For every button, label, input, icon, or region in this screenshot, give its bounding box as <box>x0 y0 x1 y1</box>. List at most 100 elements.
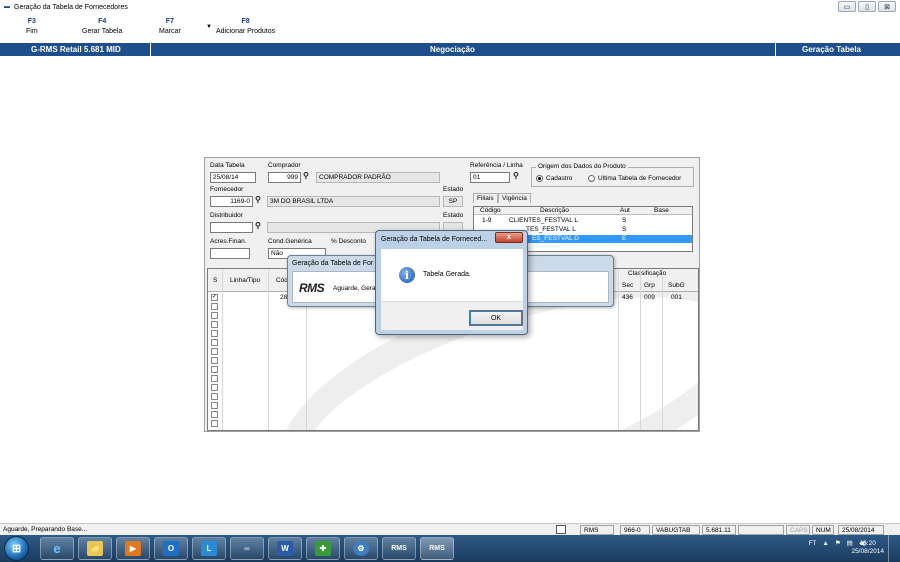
media-player-icon: ▶ <box>125 541 141 556</box>
referencia-field[interactable]: 01 <box>470 172 510 183</box>
taskbar-rms-2-active[interactable]: RMS <box>420 537 454 560</box>
row-checkbox[interactable] <box>211 411 218 418</box>
acres-finan-label: Acres.Finan. <box>210 238 247 245</box>
rms-icon: RMS <box>391 545 407 552</box>
col-classificacao: Classificação <box>628 270 667 277</box>
acres-finan-field[interactable] <box>210 248 250 259</box>
binoculars-search-icon[interactable]: ⚲ <box>513 171 519 180</box>
ok-button[interactable]: OK <box>469 310 523 326</box>
table-row[interactable] <box>208 392 698 401</box>
distribuidor-code-field[interactable] <box>210 222 253 233</box>
message-dialog: Geração da Tabela de Forneced... x i Tab… <box>375 230 528 335</box>
toolbar-adicionar-produtos[interactable]: F8 Adicionar Produtos <box>216 18 275 35</box>
binoculars-search-icon[interactable]: ⚲ <box>255 221 261 230</box>
row-checkbox[interactable] <box>211 348 218 355</box>
taskbar-lync[interactable]: L <box>192 537 226 560</box>
toolbar-label: Adicionar Produtos <box>216 28 276 35</box>
origem-group: Origem dos Dados do Produto Cadastro Ult… <box>531 163 694 187</box>
binoculars-search-icon[interactable]: ⚲ <box>303 171 309 180</box>
row-checkbox[interactable] <box>211 330 218 337</box>
data-tabela-field[interactable]: 25/08/14 <box>210 172 256 183</box>
row-checkbox[interactable] <box>211 357 218 364</box>
maximize-button[interactable]: ▯ <box>858 1 876 12</box>
action-center-flag-icon[interactable]: ⚑ <box>835 539 841 547</box>
show-hidden-icons-icon[interactable]: ▲ <box>822 540 828 547</box>
row-checkbox[interactable] <box>211 420 218 427</box>
row-checkbox[interactable] <box>211 366 218 373</box>
cell-codigo: 1-9 <box>482 217 492 224</box>
row-checkbox[interactable] <box>211 312 218 319</box>
table-row[interactable] <box>208 419 698 428</box>
row-checkbox[interactable] <box>211 375 218 382</box>
rms-logo: RMS <box>299 281 325 295</box>
taskbar-file-explorer[interactable]: 📁 <box>78 537 112 560</box>
distribuidor-label: Distribuidor <box>210 212 243 219</box>
comprador-code-field[interactable]: 999 <box>268 172 301 183</box>
taskbar-internet-explorer[interactable]: e <box>40 537 74 560</box>
taskbar-media-player[interactable]: ▶ <box>116 537 150 560</box>
col-subg: SubG <box>668 282 685 289</box>
tab-filiais[interactable]: Filiais <box>473 193 498 203</box>
origem-ultima-tabela-radio[interactable]: Ultima Tabela de Fornecedor <box>588 175 681 182</box>
close-button[interactable]: ⊠ <box>878 1 896 12</box>
screen-label: Geração Tabela <box>802 45 861 54</box>
toolbar-marcar[interactable]: F7 Marcar <box>159 18 181 35</box>
divider <box>775 43 776 56</box>
module-header: G-RMS Retail 5.681 MID Negociação Geraçã… <box>0 43 900 56</box>
windows-taskbar: ⊞ e 📁 ▶ O L ∞ W ✚ ⚙ RMS RMS FT ▲ ⚑ ▤ ◀) … <box>0 535 900 562</box>
clock-time: 16:20 <box>859 540 876 547</box>
taskbar-word[interactable]: W <box>268 537 302 560</box>
table-row[interactable] <box>208 338 698 347</box>
row-checkbox[interactable] <box>211 339 218 346</box>
show-desktop-button[interactable] <box>888 535 900 562</box>
row-checkbox[interactable] <box>211 321 218 328</box>
table-row[interactable] <box>208 365 698 374</box>
minimize-button[interactable]: ▭ <box>838 1 856 12</box>
taskbar-app[interactable]: ∞ <box>230 537 264 560</box>
window-titlebar: ▬ Geração da Tabela de Fornecedores ▭ ▯ … <box>0 0 900 14</box>
binoculars-search-icon[interactable]: ⚲ <box>255 195 261 204</box>
origem-cadastro-radio[interactable]: Cadastro <box>536 175 572 182</box>
toolbar-label: Gerar Tabela <box>82 28 123 35</box>
window-title: Geração da Tabela de Fornecedores <box>14 3 128 11</box>
toolbar-label: Marcar <box>159 28 181 35</box>
table-row[interactable] <box>208 383 698 392</box>
table-row[interactable] <box>208 347 698 356</box>
taskbar-app[interactable]: ⚙ <box>344 537 378 560</box>
fornecedor-code-field[interactable]: 1169-0 <box>210 196 253 207</box>
word-icon: W <box>277 541 293 556</box>
row-checkbox-checked[interactable]: ✓ <box>211 294 218 301</box>
module-label: Negociação <box>430 45 475 54</box>
taskbar-outlook[interactable]: O <box>154 537 188 560</box>
row-checkbox[interactable] <box>211 303 218 310</box>
table-row[interactable] <box>208 374 698 383</box>
radio-label: Cadastro <box>546 175 573 182</box>
message-dialog-title: Geração da Tabela de Forneced... <box>381 236 488 243</box>
num-indicator: NUM <box>812 525 834 535</box>
start-button[interactable]: ⊞ <box>4 536 29 561</box>
toolbar-label: Fim <box>26 28 38 35</box>
infinity-icon: ∞ <box>244 544 250 553</box>
table-row[interactable]: 1-9 CLIENTES_FESTVAL L S <box>474 217 692 225</box>
toolbar-key: F7 <box>165 18 174 25</box>
table-row[interactable] <box>208 410 698 419</box>
language-indicator[interactable]: FT <box>808 540 816 547</box>
dialog-close-button[interactable]: x <box>495 232 523 243</box>
system-clock[interactable]: 16:20 25/08/2014 <box>851 540 884 556</box>
status-cell: VABUGTAB <box>652 525 700 535</box>
toolbar-gerar-tabela[interactable]: F4 Gerar Tabela <box>82 18 122 35</box>
table-row[interactable] <box>208 356 698 365</box>
tab-vigencia[interactable]: Vigência <box>498 193 531 203</box>
row-checkbox[interactable] <box>211 393 218 400</box>
dropdown-arrow-icon[interactable]: ▼ <box>206 24 212 30</box>
status-date: 25/08/2014 <box>838 525 884 535</box>
taskbar-app[interactable]: ✚ <box>306 537 340 560</box>
caps-indicator: CAPS <box>786 525 810 535</box>
fornecedor-name-field: 3M DO BRASIL LTDA <box>267 196 440 207</box>
row-checkbox[interactable] <box>211 384 218 391</box>
row-checkbox[interactable] <box>211 402 218 409</box>
taskbar-rms-1[interactable]: RMS <box>382 537 416 560</box>
toolbar-fim[interactable]: F3 Fim <box>26 18 38 35</box>
status-cell: RMS <box>580 525 614 535</box>
table-row[interactable] <box>208 401 698 410</box>
